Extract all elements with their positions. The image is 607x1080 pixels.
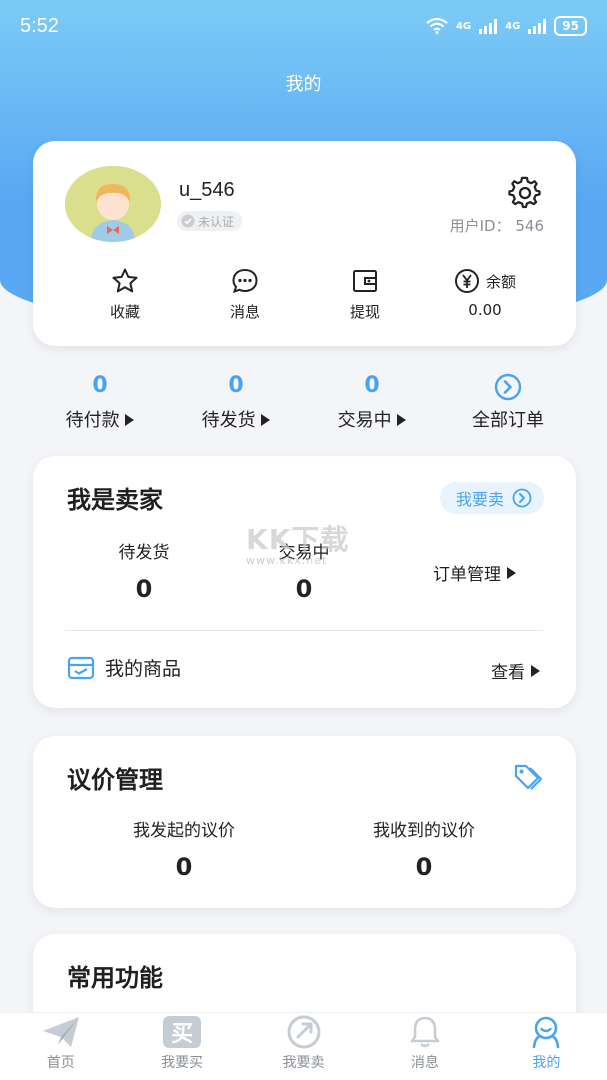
- status-bar: 5:52 4G 4G 95: [0, 0, 607, 52]
- sell-button[interactable]: 我要卖: [439, 482, 544, 514]
- tab-label: 我要卖: [282, 1055, 325, 1071]
- initiated-negotiations[interactable]: 我发起的议价 0: [113, 816, 255, 881]
- seller-stat-value: 0: [295, 575, 313, 603]
- paper-plane-icon: [42, 1017, 79, 1047]
- star-icon: [112, 268, 138, 293]
- circle-arrow-icon: [512, 488, 532, 508]
- tab-buy[interactable]: 买 我要买: [121, 1013, 242, 1080]
- signal-icon: [528, 18, 547, 34]
- verify-badge-label: 未认证: [198, 214, 235, 229]
- pending-payment[interactable]: 0 待付款: [32, 370, 168, 432]
- price-tag-icon[interactable]: [512, 762, 544, 792]
- negotiation-stat-label: 我发起的议价: [133, 821, 235, 841]
- user-id-label: 用户ID：: [449, 217, 511, 235]
- battery-indicator: 95: [554, 16, 587, 36]
- common-functions-title: 常用功能: [67, 964, 163, 992]
- network-label-2: 4G: [505, 20, 521, 32]
- tab-profile[interactable]: 我的: [486, 1013, 607, 1080]
- sell-button-label: 我要卖: [455, 490, 504, 509]
- yuan-icon: [454, 269, 479, 293]
- circle-arrow-icon: [494, 373, 522, 401]
- bottom-tab-bar: 首页 买 我要买 我要卖 消息 我的: [0, 1012, 607, 1080]
- avatar[interactable]: [65, 166, 161, 242]
- arrow-right-icon: [507, 566, 516, 579]
- order-management-link[interactable]: 订单管理: [433, 560, 516, 585]
- user-id: 用户ID： 546: [450, 215, 544, 236]
- watermark: KK下载 www.kkx.net: [246, 518, 349, 567]
- seller-pending-shipment[interactable]: 待发货 0: [103, 538, 185, 603]
- profile-icon: [533, 1016, 560, 1049]
- arrow-right-icon: [125, 414, 135, 426]
- avatar-illustration: [65, 166, 161, 242]
- messages-button[interactable]: 消息: [185, 267, 305, 322]
- in-transaction-count: 0: [364, 373, 380, 398]
- favorites-button[interactable]: 收藏: [65, 267, 185, 322]
- my-goods-label: 我的商品: [105, 658, 182, 680]
- arrow-right-icon: [531, 664, 540, 677]
- arrow-right-icon: [261, 414, 271, 426]
- received-negotiations[interactable]: 我收到的议价 0: [351, 816, 497, 881]
- buy-icon: 买: [163, 1016, 202, 1048]
- wallet-icon: [353, 270, 377, 292]
- gear-icon[interactable]: [508, 176, 542, 210]
- all-orders-label: 全部订单: [472, 410, 544, 431]
- pending-shipment[interactable]: 0 待发货: [168, 370, 304, 432]
- divider: [65, 630, 543, 631]
- status-indicators: 4G 4G 95: [426, 16, 587, 36]
- tab-label: 我要买: [161, 1055, 204, 1071]
- tab-sell[interactable]: 我要卖: [243, 1013, 364, 1080]
- seller-title: 我是卖家: [67, 486, 163, 514]
- negotiation-stat-value: 0: [175, 853, 193, 881]
- in-transaction[interactable]: 0 交易中: [304, 370, 440, 432]
- tab-label: 首页: [46, 1055, 75, 1071]
- order-management-label: 订单管理: [433, 565, 501, 585]
- tab-label: 我的: [532, 1055, 561, 1071]
- seller-card: 我是卖家 我要卖 待发货 0 交易中 0 订单管理 我的商品 查看: [33, 456, 576, 708]
- balance-item[interactable]: 余额 0.00: [425, 267, 545, 322]
- negotiation-stat-value: 0: [415, 853, 433, 881]
- seller-stat-label: 待发货: [118, 543, 170, 563]
- network-label-1: 4G: [455, 20, 472, 32]
- seller-stat-value: 0: [135, 575, 153, 603]
- all-orders[interactable]: 全部订单: [440, 370, 576, 432]
- balance-value: 0.00: [468, 301, 502, 319]
- quick-actions: 收藏 消息 提现 余额 0.00: [33, 267, 576, 322]
- profile-card: u_546 未认证 用户ID： 546 收藏 消息 提现 余额 0.00: [33, 141, 576, 346]
- view-label: 查看: [491, 663, 525, 683]
- withdraw-button[interactable]: 提现: [305, 267, 425, 322]
- user-id-value: 546: [515, 217, 544, 235]
- view-link[interactable]: 查看: [491, 658, 540, 683]
- messages-label: 消息: [229, 303, 260, 321]
- negotiation-card: 议价管理 我发起的议价 0 我收到的议价 0: [33, 736, 576, 908]
- arrow-right-icon: [397, 414, 407, 426]
- chat-icon: [232, 268, 258, 294]
- sell-icon: [287, 1015, 321, 1049]
- withdraw-label: 提现: [349, 303, 380, 321]
- watermark-text: KK下载: [246, 523, 350, 556]
- negotiation-stat-label: 我收到的议价: [373, 821, 475, 841]
- pending-shipment-count: 0: [228, 373, 244, 398]
- balance-label: 余额: [485, 272, 516, 291]
- bell-icon: [410, 1016, 440, 1048]
- username: u_546: [179, 179, 235, 201]
- status-time: 5:52: [20, 14, 59, 37]
- box-icon: [67, 656, 95, 679]
- tab-label: 消息: [410, 1055, 439, 1071]
- wifi-icon: [426, 18, 448, 34]
- page-title: 我的: [285, 74, 322, 95]
- pending-shipment-label: 待发货: [201, 410, 256, 431]
- favorites-label: 收藏: [109, 303, 140, 321]
- buyer-orders: 0 待付款 0 待发货 0 交易中 全部订单: [0, 370, 607, 432]
- pending-payment-label: 待付款: [65, 410, 120, 431]
- signal-icon: [479, 18, 498, 34]
- check-icon: [181, 214, 195, 228]
- tab-home[interactable]: 首页: [0, 1013, 121, 1080]
- my-goods-row[interactable]: 我的商品: [67, 654, 181, 681]
- negotiation-title: 议价管理: [67, 766, 163, 794]
- tab-messages[interactable]: 消息: [364, 1013, 485, 1080]
- pending-payment-count: 0: [92, 373, 108, 398]
- verify-badge[interactable]: 未认证: [177, 211, 243, 231]
- in-transaction-label: 交易中: [337, 410, 392, 431]
